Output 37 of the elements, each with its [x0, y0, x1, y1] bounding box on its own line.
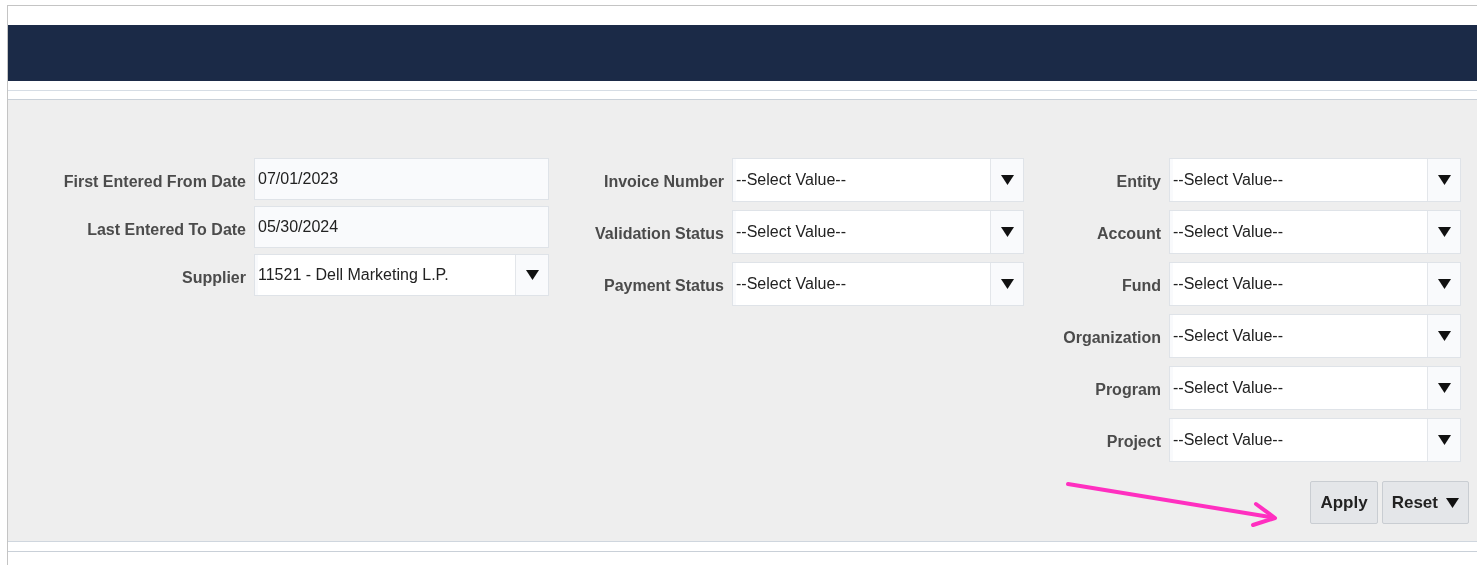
caret-icon — [1437, 383, 1451, 393]
dropdown-field[interactable]: --Select Value-- — [1169, 262, 1461, 306]
field-label: Account — [1096, 224, 1161, 244]
field-label: Invoice Number — [602, 172, 724, 192]
field-label: Payment Status — [602, 276, 724, 296]
caret-icon — [1437, 175, 1451, 185]
field-label: Last Entered To Date — [86, 220, 246, 240]
caret-icon — [1437, 279, 1451, 289]
dropdown-field[interactable]: --Select Value-- — [732, 210, 1024, 254]
caret-icon — [1000, 175, 1014, 185]
date-field[interactable]: 07/01/2023 — [254, 158, 549, 200]
field-label: Organization — [1062, 328, 1161, 348]
date-field[interactable]: 05/30/2024 — [254, 206, 549, 248]
dropdown-field[interactable]: --Select Value-- — [1169, 210, 1461, 254]
field-label: Validation Status — [594, 224, 724, 244]
dropdown-field[interactable]: --Select Value-- — [732, 158, 1024, 202]
caret-icon — [1437, 331, 1451, 341]
caret-icon — [1000, 279, 1014, 289]
caret-icon — [1437, 227, 1451, 237]
field-label: Entity — [1115, 172, 1161, 192]
dropdown-field[interactable]: --Select Value-- — [1169, 314, 1461, 358]
caret-icon — [1446, 497, 1459, 508]
field-label: Fund — [1120, 276, 1161, 296]
field-label: Supplier — [181, 268, 246, 288]
dropdown-field[interactable]: 11521 - Dell Marketing L.P. — [254, 254, 549, 296]
apply-button[interactable]: Apply — [1310, 481, 1378, 524]
field-label: Program — [1094, 380, 1161, 400]
dropdown-field[interactable]: --Select Value-- — [1169, 418, 1461, 462]
caret-icon — [1000, 227, 1014, 237]
dropdown-field[interactable]: --Select Value-- — [1169, 366, 1461, 410]
dropdown-field[interactable]: --Select Value-- — [732, 262, 1024, 306]
dropdown-field[interactable]: --Select Value-- — [1169, 158, 1461, 202]
field-label: First Entered From Date — [62, 172, 246, 192]
caret-icon — [525, 270, 539, 280]
reset-menu-button[interactable]: Reset — [1381, 481, 1469, 524]
caret-icon — [1437, 435, 1451, 445]
field-label: Project — [1105, 432, 1161, 452]
